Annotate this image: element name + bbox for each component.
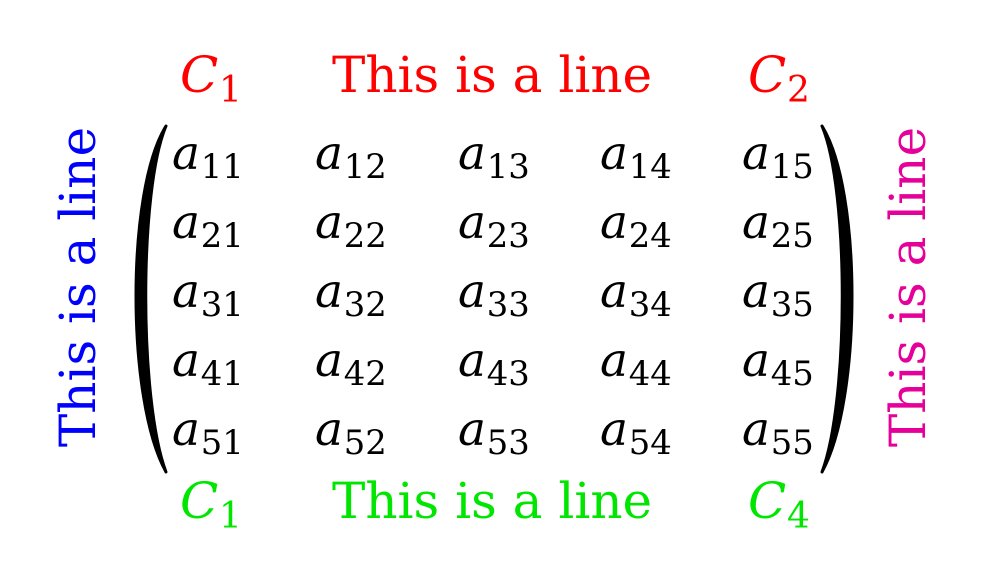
matrix-cell-subscript: 33 — [486, 285, 530, 325]
matrix-cell-subscript: 21 — [200, 216, 244, 256]
matrix-cell: a34 — [600, 268, 672, 322]
matrix-cell: a32 — [315, 268, 387, 322]
matrix-cell-symbol: a — [600, 402, 629, 457]
matrix-cell-subscript: 34 — [628, 285, 672, 325]
matrix-cell: a51 — [172, 406, 244, 460]
matrix-cell-symbol: a — [315, 333, 344, 388]
matrix-cell: a42 — [315, 337, 387, 391]
matrix-cell: a52 — [315, 406, 387, 460]
matrix-cell-subscript: 22 — [343, 216, 387, 256]
matrix-cell-subscript: 35 — [770, 285, 814, 325]
matrix-cell-subscript: 55 — [770, 423, 814, 463]
matrix-cell: a11 — [172, 130, 244, 184]
matrix-cell-subscript: 11 — [200, 147, 244, 187]
matrix-cell-symbol: a — [458, 402, 487, 457]
matrix-cell-symbol: a — [172, 333, 201, 388]
matrix-cell-symbol: a — [600, 195, 629, 250]
matrix-cell: a43 — [458, 337, 530, 391]
matrix-cell-symbol: a — [458, 195, 487, 250]
matrix-cell-subscript: 23 — [486, 216, 530, 256]
matrix-cell: a41 — [172, 337, 244, 391]
matrix-cell: a55 — [742, 406, 814, 460]
matrix-cell-subscript: 44 — [628, 354, 672, 394]
matrix-cell-symbol: a — [172, 126, 201, 181]
matrix-cell-subscript: 31 — [200, 285, 244, 325]
matrix-cell-subscript: 25 — [770, 216, 814, 256]
matrix-cell-symbol: a — [315, 195, 344, 250]
matrix-cell: a33 — [458, 268, 530, 322]
matrix-cell-subscript: 52 — [343, 423, 387, 463]
matrix-cell-symbol: a — [742, 264, 771, 319]
matrix-cell-subscript: 53 — [486, 423, 530, 463]
matrix-cell-symbol: a — [600, 126, 629, 181]
matrix-cell: a15 — [742, 130, 814, 184]
matrix-cell-symbol: a — [742, 126, 771, 181]
matrix-cell-symbol: a — [315, 402, 344, 457]
matrix-cell: a44 — [600, 337, 672, 391]
matrix-cell-subscript: 32 — [343, 285, 387, 325]
matrix-cell: a14 — [600, 130, 672, 184]
matrix-cell-subscript: 42 — [343, 354, 387, 394]
matrix-cell: a13 — [458, 130, 530, 184]
matrix-cell-subscript: 15 — [770, 147, 814, 187]
matrix-cell-subscript: 51 — [200, 423, 244, 463]
matrix-cell: a31 — [172, 268, 244, 322]
matrix-cell-symbol: a — [458, 333, 487, 388]
matrix-cell-subscript: 14 — [628, 147, 672, 187]
matrix-cell: a22 — [315, 199, 387, 253]
matrix-cell: a45 — [742, 337, 814, 391]
matrix-cell: a23 — [458, 199, 530, 253]
matrix-cell: a35 — [742, 268, 814, 322]
right-parenthesis — [820, 124, 854, 474]
matrix-cell-subscript: 12 — [343, 147, 387, 187]
matrix-cell-symbol: a — [742, 402, 771, 457]
matrix-cell: a21 — [172, 199, 244, 253]
matrix-cell: a12 — [315, 130, 387, 184]
matrix-cell-symbol: a — [172, 402, 201, 457]
matrix-cell-symbol: a — [315, 264, 344, 319]
matrix-cell-subscript: 41 — [200, 354, 244, 394]
matrix-cell-symbol: a — [742, 333, 771, 388]
matrix-cell-symbol: a — [315, 126, 344, 181]
matrix-cell: a53 — [458, 406, 530, 460]
matrix-cell-symbol: a — [172, 264, 201, 319]
matrix-cell-symbol: a — [172, 195, 201, 250]
matrix-cell-symbol: a — [742, 195, 771, 250]
matrix-cell: a24 — [600, 199, 672, 253]
left-parenthesis — [134, 124, 168, 474]
matrix-cell: a54 — [600, 406, 672, 460]
matrix-cell-subscript: 13 — [486, 147, 530, 187]
matrix-cell-symbol: a — [458, 264, 487, 319]
matrix-cell: a25 — [742, 199, 814, 253]
matrix-cell-symbol: a — [458, 126, 487, 181]
matrix-cell-subscript: 45 — [770, 354, 814, 394]
matrix-cell-subscript: 43 — [486, 354, 530, 394]
matrix-cell-symbol: a — [600, 333, 629, 388]
matrix-cell-subscript: 54 — [628, 423, 672, 463]
matrix-cell-symbol: a — [600, 264, 629, 319]
matrix-cell-subscript: 24 — [628, 216, 672, 256]
